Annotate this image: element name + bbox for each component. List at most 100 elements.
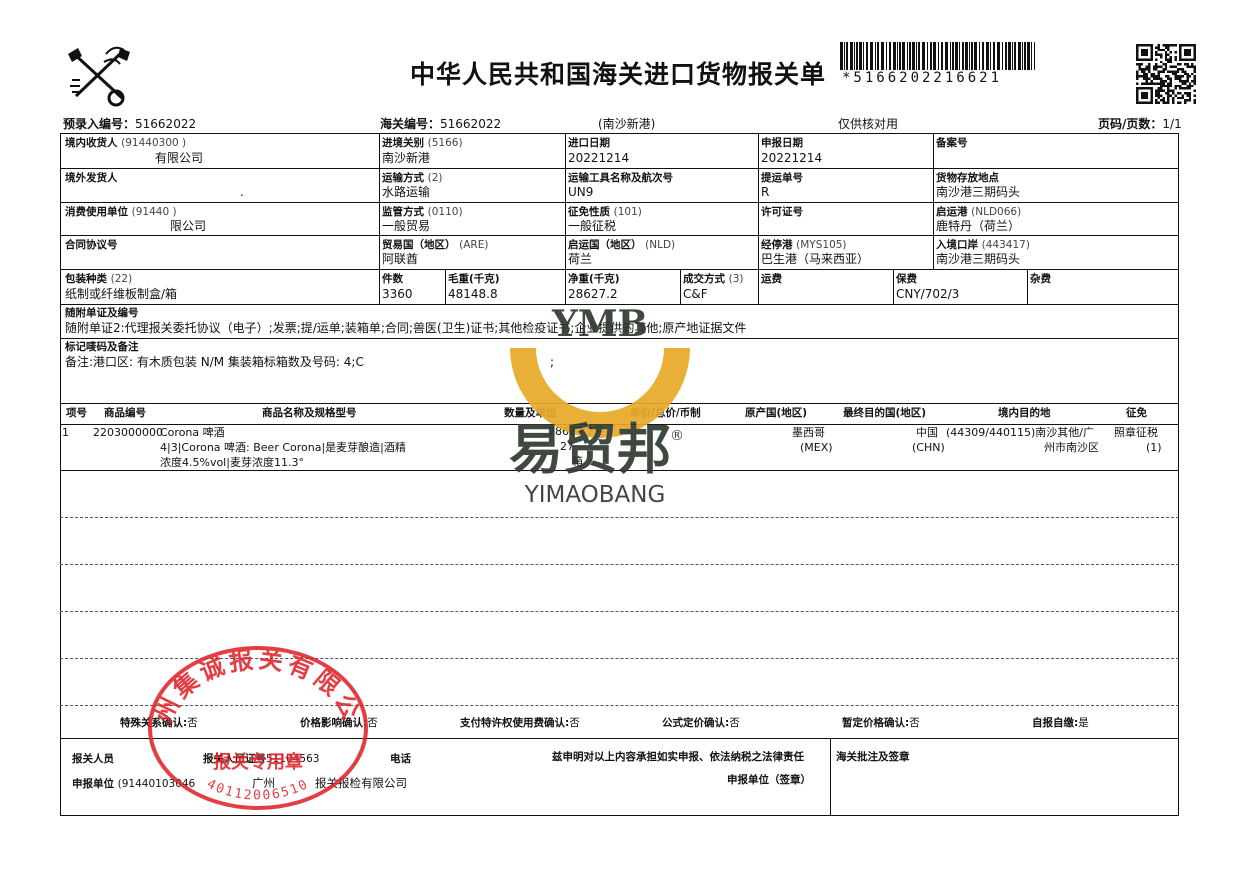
goods-name-line3: 浓度4.5%vol|麦芽浓度11.3°: [160, 456, 304, 469]
misc-fee-label: 杂费: [1030, 273, 1051, 285]
net-weight-label: 净重(千克): [568, 273, 620, 285]
levy-method-code: (1): [1146, 441, 1162, 454]
company-seal-stamp: 广州集诚报关有限公司 报关专用章 40112006510: [140, 636, 368, 810]
barcode-icon: [840, 42, 1035, 70]
insurance-value: CNY/702/3: [896, 287, 960, 301]
levy-nature-label: 征免性质 (101): [568, 206, 642, 218]
trade-country-value: 阿联酋: [382, 252, 419, 266]
qr-code-icon: [1136, 44, 1196, 104]
entry-port-label: 入境口岸 (443417): [936, 239, 1030, 251]
package-type-label: 包装种类 (22): [65, 273, 133, 285]
consignee-value: 有限公司: [155, 151, 204, 165]
levy-method: 照章征税: [1114, 426, 1158, 439]
col-levy: 征免: [1126, 407, 1147, 419]
preentry-value: 51662022: [135, 117, 197, 131]
item-number: 1: [62, 426, 69, 439]
watermark-brand-pinyin: YIMAOBANG: [524, 482, 666, 508]
import-date-label: 进口日期: [568, 137, 610, 149]
col-origin-country: 原产国(地区): [745, 407, 808, 419]
origin-country: 墨西哥: [792, 426, 825, 439]
provisional-price-confirm: 暂定价格确认:否: [842, 717, 920, 729]
vessel-value: UN9: [568, 185, 594, 199]
svg-text:40112006510: 40112006510: [204, 777, 311, 804]
smile-arc: [510, 347, 690, 438]
page-title: 中华人民共和国海关进口货物报关单: [410, 60, 827, 89]
declaring-unit-seal-label: 申报单位（签章）: [727, 774, 811, 786]
customs-number-value: 51662022: [440, 117, 502, 131]
barcode-number: *5166202216621: [842, 70, 1003, 86]
svg-text:报关专用章: 报关专用章: [213, 751, 303, 773]
legal-statement: 兹申明对以上内容承担如实申报、依法纳税之法律责任: [552, 751, 804, 763]
supervision-mode-label: 监管方式 (0110): [382, 206, 463, 218]
page-counter-value: 1/1: [1162, 117, 1182, 131]
supervision-mode-value: 一般贸易: [382, 219, 431, 233]
license-number-label: 许可证号: [761, 206, 803, 218]
trade-country-label: 贸易国（地区） (ARE): [382, 239, 489, 251]
col-hs-code: 商品编号: [104, 407, 146, 419]
verify-note: 仅供核对用: [838, 117, 899, 131]
marks-remarks-label: 标记唛码及备注: [65, 341, 139, 353]
royalty-confirm: 支付特许权使用费确认:否: [460, 717, 580, 729]
origin-country-code: (MEX): [800, 441, 833, 454]
freight-label: 运费: [761, 273, 782, 285]
entry-customs-value: 南沙新港: [382, 151, 431, 165]
insurance-label: 保费: [896, 273, 917, 285]
page-counter: 页码/页数：1/1: [1098, 115, 1182, 132]
bill-of-lading-value: R: [761, 185, 770, 199]
storage-location-label: 货物存放地点: [936, 172, 999, 184]
col-destination-country: 最终目的国(地区): [843, 407, 927, 419]
domestic-destination-line2: 州市南沙区: [1044, 441, 1099, 454]
vessel-label: 运输工具名称及航次号: [568, 172, 673, 184]
record-number-label: 备案号: [936, 137, 968, 149]
transport-mode-value: 水路运输: [382, 185, 431, 199]
goods-name-line1: Corona 啤酒: [160, 426, 225, 439]
customs-number: 海关编号：51662022: [380, 115, 501, 132]
col-goods-name: 商品名称及规格型号: [262, 407, 357, 419]
consignor-label: 境外发货人: [65, 172, 118, 184]
departure-port-value: 鹿特丹（荷兰）: [936, 219, 1021, 233]
declare-date-value: 20221214: [761, 151, 823, 165]
watermark-brand-cn: 易贸邦: [509, 418, 671, 481]
declarer-label: 报关人员: [72, 753, 114, 765]
hs-code: 2203000000: [93, 426, 163, 439]
domestic-destination-line1: (44309/440115)南沙其他/广: [946, 426, 1094, 439]
customs-emblem-icon: [68, 46, 130, 107]
declare-date-label: 申报日期: [761, 137, 803, 149]
consignor-value: .: [240, 185, 244, 199]
customs-annotation-label: 海关批注及签章: [836, 751, 910, 763]
port-note: (南沙新港): [598, 117, 656, 131]
attached-docs-label: 随附单证及编号: [65, 307, 139, 319]
stop-port-value: 巴生港（马来西亚）: [761, 252, 870, 266]
destination-country: 中国: [916, 426, 938, 439]
pieces-label: 件数: [382, 273, 403, 285]
watermark-registered-mark: ®: [670, 428, 684, 444]
consumer-unit-label: 消费使用单位 (91440 ): [65, 206, 177, 218]
phone-label: 电话: [390, 753, 411, 765]
pieces-value: 3360: [382, 287, 413, 301]
svg-text:广州集诚报关有限公司: 广州集诚报关有限公司: [140, 636, 367, 727]
ymb-watermark-logo: YMB 易贸邦 ® YIMAOBANG: [509, 303, 690, 508]
import-date-value: 20221214: [568, 151, 630, 165]
entry-customs-label: 进境关别 (5166): [382, 137, 463, 149]
marks-remarks-value: 备注:港口区: 有木质包装 N/M 集装箱标箱数及号码: 4;C: [65, 355, 364, 369]
stop-port-label: 经停港 (MYS105): [761, 239, 847, 251]
contract-number-label: 合同协议号: [65, 239, 118, 251]
levy-nature-value: 一般征税: [568, 219, 617, 233]
col-domestic-destination: 境内目的地: [998, 407, 1051, 419]
gross-weight-label: 毛重(千克): [448, 273, 500, 285]
destination-country-code: (CHN): [912, 441, 945, 454]
gross-weight-value: 48148.8: [448, 287, 498, 301]
consumer-unit-value: 限公司: [170, 219, 207, 233]
preentry-number: 预录入编号：51662022: [63, 115, 196, 132]
package-type-value: 纸制或纤维板制盒/箱: [65, 287, 178, 301]
transport-mode-label: 运输方式 (2): [382, 172, 443, 184]
storage-location-value: 南沙港三期码头: [936, 185, 1021, 199]
origin-country-label: 启运国（地区） (NLD): [568, 239, 676, 251]
formula-pricing-confirm: 公式定价确认:否: [662, 717, 740, 729]
bill-of-lading-label: 提运单号: [761, 172, 803, 184]
departure-port-label: 启运港 (NLD066): [936, 206, 1022, 218]
entry-port-value: 南沙港三期码头: [936, 252, 1021, 266]
consignee-label: 境内收货人 (91440300 ): [65, 137, 187, 149]
customs-number-label: 海关编号：: [380, 117, 441, 131]
origin-country-value: 荷兰: [568, 252, 593, 266]
